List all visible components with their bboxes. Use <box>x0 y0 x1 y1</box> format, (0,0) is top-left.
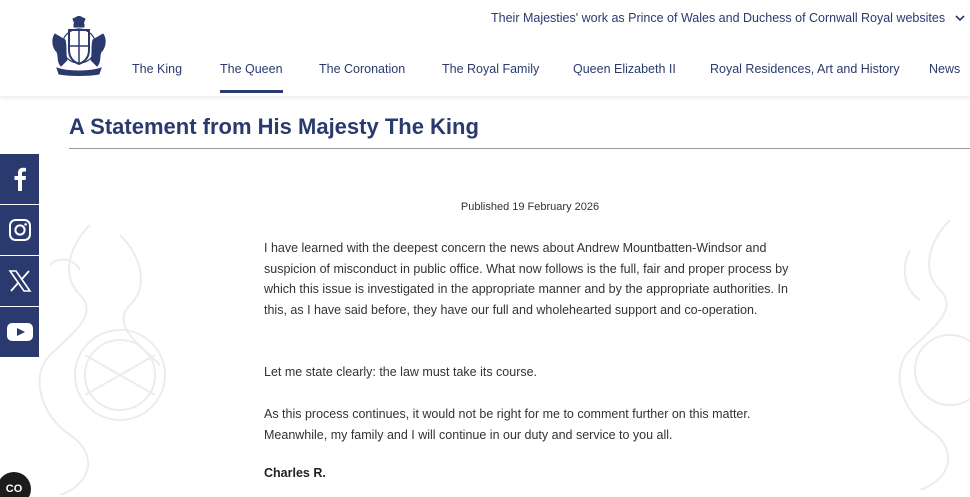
chevron-down-icon <box>954 15 965 22</box>
util-link-prince-of-wales[interactable]: Their Majesties' work as Prince of Wales… <box>491 11 858 25</box>
social-share-bar <box>0 154 39 358</box>
background-crest-right <box>898 219 970 490</box>
nav-item-the-king[interactable]: The King <box>132 62 182 76</box>
royal-websites-label: Royal websites <box>861 11 946 25</box>
nav-item-the-queen[interactable]: The Queen <box>220 62 283 93</box>
facebook-icon <box>14 167 26 191</box>
nav-item-news[interactable]: News <box>929 62 960 76</box>
page-title: A Statement from His Majesty The King <box>69 114 479 139</box>
nav-item-the-royal-family[interactable]: The Royal Family <box>442 62 539 76</box>
facebook-share-button[interactable] <box>0 154 39 204</box>
nav-item-royal-residences[interactable]: Royal Residences, Art and History <box>710 62 900 76</box>
cookie-settings-button[interactable]: CO <box>0 472 31 497</box>
nav-item-queen-elizabeth-ii[interactable]: Queen Elizabeth II <box>573 62 676 76</box>
site-header: Their Majesties' work as Prince of Wales… <box>0 0 970 96</box>
statement-paragraph-3: As this process continues, it would not … <box>264 407 751 442</box>
instagram-icon <box>8 219 31 241</box>
statement-paragraph-1: I have learned with the deepest concern … <box>264 241 789 317</box>
royal-websites-dropdown[interactable]: Royal websites <box>861 11 965 25</box>
youtube-share-button[interactable] <box>0 307 39 357</box>
nav-item-the-coronation[interactable]: The Coronation <box>319 62 405 76</box>
cookie-settings-label: CO <box>5 483 23 495</box>
title-divider <box>69 148 970 149</box>
instagram-share-button[interactable] <box>0 205 39 255</box>
background-crest-left <box>38 224 166 495</box>
x-icon <box>7 270 32 292</box>
youtube-icon <box>6 323 33 341</box>
main-navigation: The King The Queen The Coronation The Ro… <box>0 62 970 96</box>
statement-signature: Charles R. <box>264 466 326 480</box>
statement-paragraph-2: Let me state clearly: the law must take … <box>264 365 538 379</box>
published-date: Published 19 February 2026 <box>460 201 600 213</box>
x-share-button[interactable] <box>0 256 39 306</box>
